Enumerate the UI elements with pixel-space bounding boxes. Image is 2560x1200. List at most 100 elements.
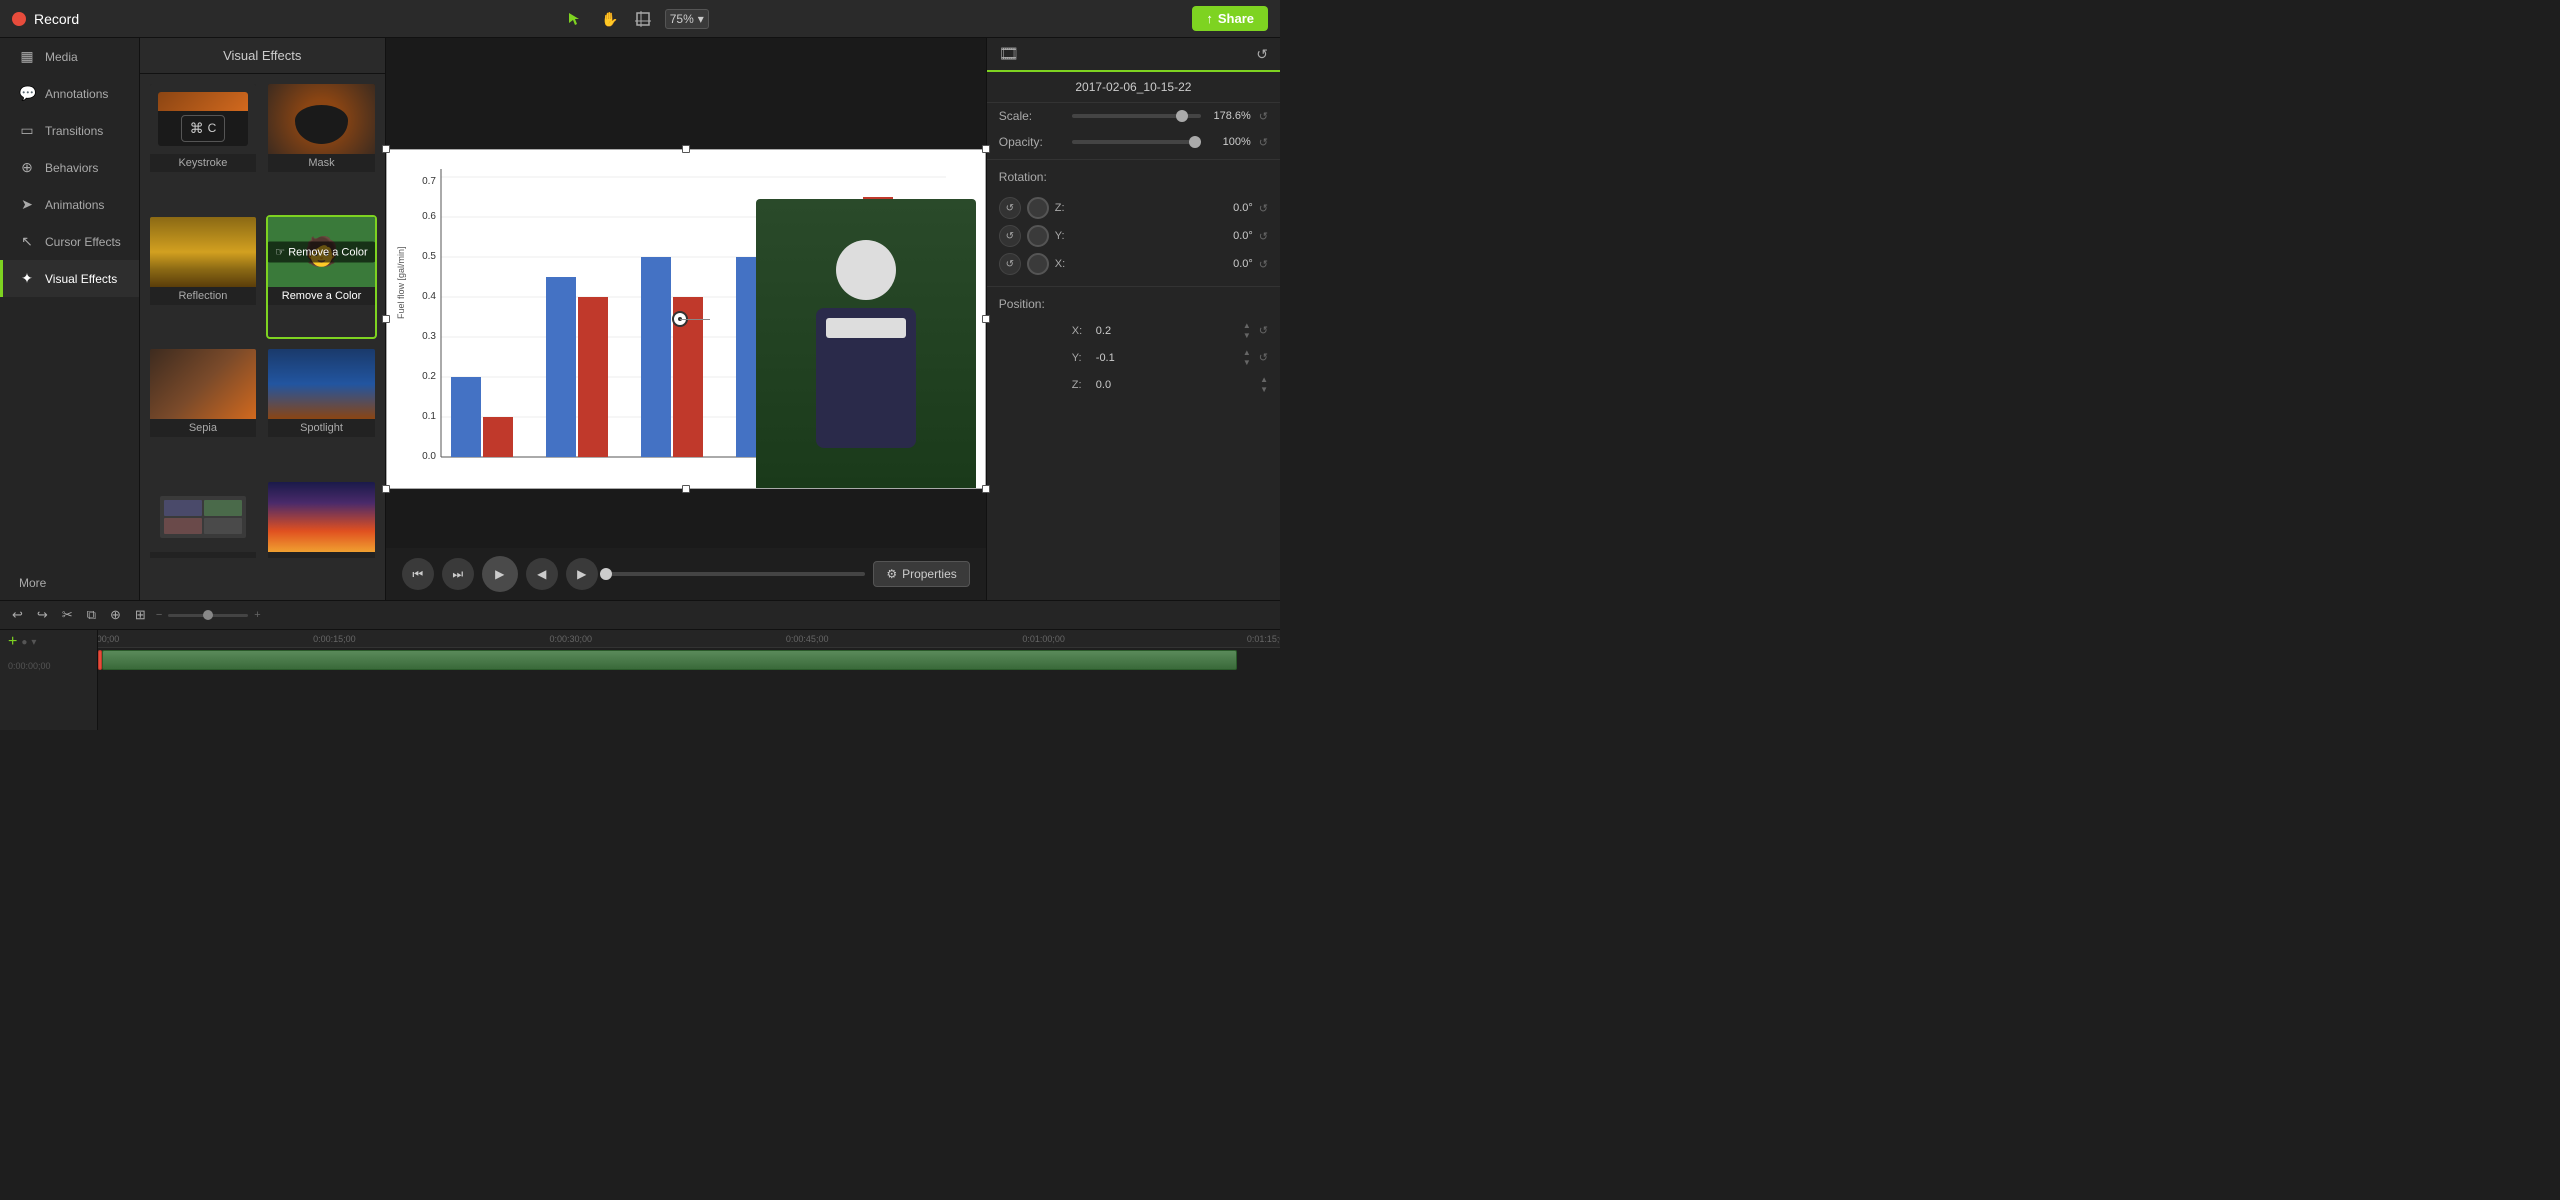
undo-button[interactable]: ↩ xyxy=(8,605,27,625)
rotation-z-reset[interactable]: ↺ xyxy=(1259,202,1268,215)
rotation-y-reset[interactable]: ↺ xyxy=(1259,230,1268,243)
next-frame-button[interactable]: ▶ xyxy=(566,558,598,590)
hand-tool-button[interactable]: ✋ xyxy=(597,7,621,31)
add-track-button[interactable]: + xyxy=(8,633,17,651)
position-z-stepper[interactable]: ▲ ▼ xyxy=(1260,375,1268,394)
effect-mask[interactable]: Mask xyxy=(266,82,377,207)
effects-grid: ⌘C Keystroke Mask xyxy=(140,74,385,600)
sidebar-item-behaviors[interactable]: ⊕ Behaviors xyxy=(0,149,139,186)
effect-keystroke[interactable]: ⌘C Keystroke xyxy=(148,82,259,207)
clip-block-main[interactable] xyxy=(102,650,1237,670)
scale-slider[interactable] xyxy=(1072,114,1201,118)
position-x-up-icon[interactable]: ▲ xyxy=(1243,321,1251,331)
sidebar-label-cursor-effects: Cursor Effects xyxy=(45,235,121,249)
rotation-x-reset[interactable]: ↺ xyxy=(1259,258,1268,271)
gear-icon: ⚙ xyxy=(886,567,897,581)
remove-color-btn-text: Remove a Color xyxy=(288,246,367,258)
rotate-x-ccw-button[interactable]: ↺ xyxy=(999,253,1021,275)
track-collapse-icon[interactable]: ▾ xyxy=(31,637,36,648)
effect-spotlight[interactable]: Spotlight xyxy=(266,347,377,472)
sidebar-label-more: More xyxy=(19,576,46,590)
rotation-y-wheel[interactable] xyxy=(1027,225,1049,247)
handle-ml[interactable] xyxy=(382,315,390,323)
effect-item7[interactable] xyxy=(148,480,259,593)
split-button[interactable]: ⊞ xyxy=(131,605,150,625)
rotation-x-wheel[interactable] xyxy=(1027,253,1049,275)
crop-tool-button[interactable] xyxy=(631,7,655,31)
position-z-up-icon[interactable]: ▲ xyxy=(1260,375,1268,385)
share-button[interactable]: ↑ Share xyxy=(1192,6,1268,31)
sidebar-item-transitions[interactable]: ▭ Transitions xyxy=(0,112,139,149)
position-z-down-icon[interactable]: ▼ xyxy=(1260,385,1268,395)
opacity-reset-icon[interactable]: ↺ xyxy=(1259,136,1268,149)
position-x-stepper[interactable]: ▲ ▼ xyxy=(1243,321,1251,340)
play-button[interactable]: ▶ xyxy=(482,556,518,592)
spotlight-thumbnail xyxy=(268,349,375,419)
handle-br[interactable] xyxy=(982,485,990,493)
handle-tr[interactable] xyxy=(982,145,990,153)
media-icon: ▦ xyxy=(19,48,35,65)
position-y-row: Y: -0.1 ▲ ▼ ↺ xyxy=(987,344,1280,371)
rotate-y-ccw-button[interactable]: ↺ xyxy=(999,225,1021,247)
handle-bl[interactable] xyxy=(382,485,390,493)
timeline-tracks-header: + ● ▾ 0:00:00;00 xyxy=(0,630,98,730)
effect-sepia[interactable]: Sepia xyxy=(148,347,259,472)
remove-color-hover-label[interactable]: ☞ Remove a Color xyxy=(268,241,375,262)
select-tool-button[interactable] xyxy=(563,7,587,31)
effect-item8[interactable] xyxy=(266,480,377,593)
rotation-label: Rotation: xyxy=(999,170,1064,184)
sidebar-item-visual-effects[interactable]: ✦ Visual Effects xyxy=(0,260,139,297)
prev-frame-button[interactable]: ◀ xyxy=(526,558,558,590)
opacity-slider[interactable] xyxy=(1072,140,1201,144)
copy-button[interactable]: ⧉ xyxy=(83,605,100,625)
opacity-label: Opacity: xyxy=(999,135,1064,149)
svg-text:Fuel flow [gal/min]: Fuel flow [gal/min] xyxy=(396,246,406,319)
position-y-up-icon[interactable]: ▲ xyxy=(1243,348,1251,358)
svg-text:✋: ✋ xyxy=(601,11,617,27)
play-pause-step-button[interactable]: ⏭ xyxy=(442,558,474,590)
rotate-z-ccw-button[interactable]: ↺ xyxy=(999,197,1021,219)
effect-remove-color[interactable]: 🧑 ☞ Remove a Color Remove a Color xyxy=(266,215,377,340)
item7-thumbnail xyxy=(150,482,257,552)
rotation-z-wheel[interactable] xyxy=(1027,197,1049,219)
position-x-reset[interactable]: ↺ xyxy=(1259,324,1268,337)
properties-button[interactable]: ⚙ Properties xyxy=(873,561,969,587)
step-back-button[interactable]: ⏮ xyxy=(402,558,434,590)
cut-button[interactable]: ✂ xyxy=(58,605,77,625)
progress-handle[interactable] xyxy=(600,568,612,580)
handle-mr[interactable] xyxy=(982,315,990,323)
paste-button[interactable]: ⊕ xyxy=(106,605,125,625)
timeline-zoom-slider[interactable] xyxy=(168,614,248,617)
sidebar-item-more[interactable]: More xyxy=(0,566,139,600)
sidebar-item-media[interactable]: ▦ Media xyxy=(0,38,139,75)
rotation-y-row: ↺ Y: 0.0° ↺ xyxy=(999,222,1268,250)
position-x-down-icon[interactable]: ▼ xyxy=(1243,331,1251,341)
position-y-stepper[interactable]: ▲ ▼ xyxy=(1243,348,1251,367)
redo-button[interactable]: ↪ xyxy=(33,605,52,625)
handle-tl[interactable] xyxy=(382,145,390,153)
progress-bar[interactable] xyxy=(606,572,866,576)
sidebar-label-annotations: Annotations xyxy=(45,87,108,101)
scale-reset-icon[interactable]: ↺ xyxy=(1259,110,1268,123)
position-y-reset[interactable]: ↺ xyxy=(1259,351,1268,364)
zoom-select[interactable]: 75% ▾ xyxy=(665,9,709,29)
track-volume-icon[interactable]: ● xyxy=(21,637,27,648)
position-label-row: Position: xyxy=(987,291,1280,317)
item7-label xyxy=(150,552,257,558)
track-area xyxy=(98,648,1280,730)
cursor-effects-icon: ↖ xyxy=(19,233,35,250)
opacity-value: 100% xyxy=(1209,136,1251,148)
effect-reflection[interactable]: Reflection xyxy=(148,215,259,340)
sidebar-item-animations[interactable]: ➤ Animations xyxy=(0,186,139,223)
sidebar-item-annotations[interactable]: 💬 Annotations xyxy=(0,75,139,112)
record-indicator xyxy=(12,12,26,26)
zoom-value: 75% xyxy=(670,12,694,26)
handle-tc[interactable] xyxy=(682,145,690,153)
reflection-thumbnail xyxy=(150,217,257,287)
sidebar-item-cursor-effects[interactable]: ↖ Cursor Effects xyxy=(0,223,139,260)
handle-bc[interactable] xyxy=(682,485,690,493)
reset-icon[interactable]: ↺ xyxy=(1256,46,1268,63)
canvas-area: 0.0 0.1 0.2 0.3 0.4 0.5 0.6 0.7 Fuel flo… xyxy=(386,149,986,489)
sidebar: ▦ Media 💬 Annotations ▭ Transitions ⊕ Be… xyxy=(0,38,140,600)
position-y-down-icon[interactable]: ▼ xyxy=(1243,358,1251,368)
